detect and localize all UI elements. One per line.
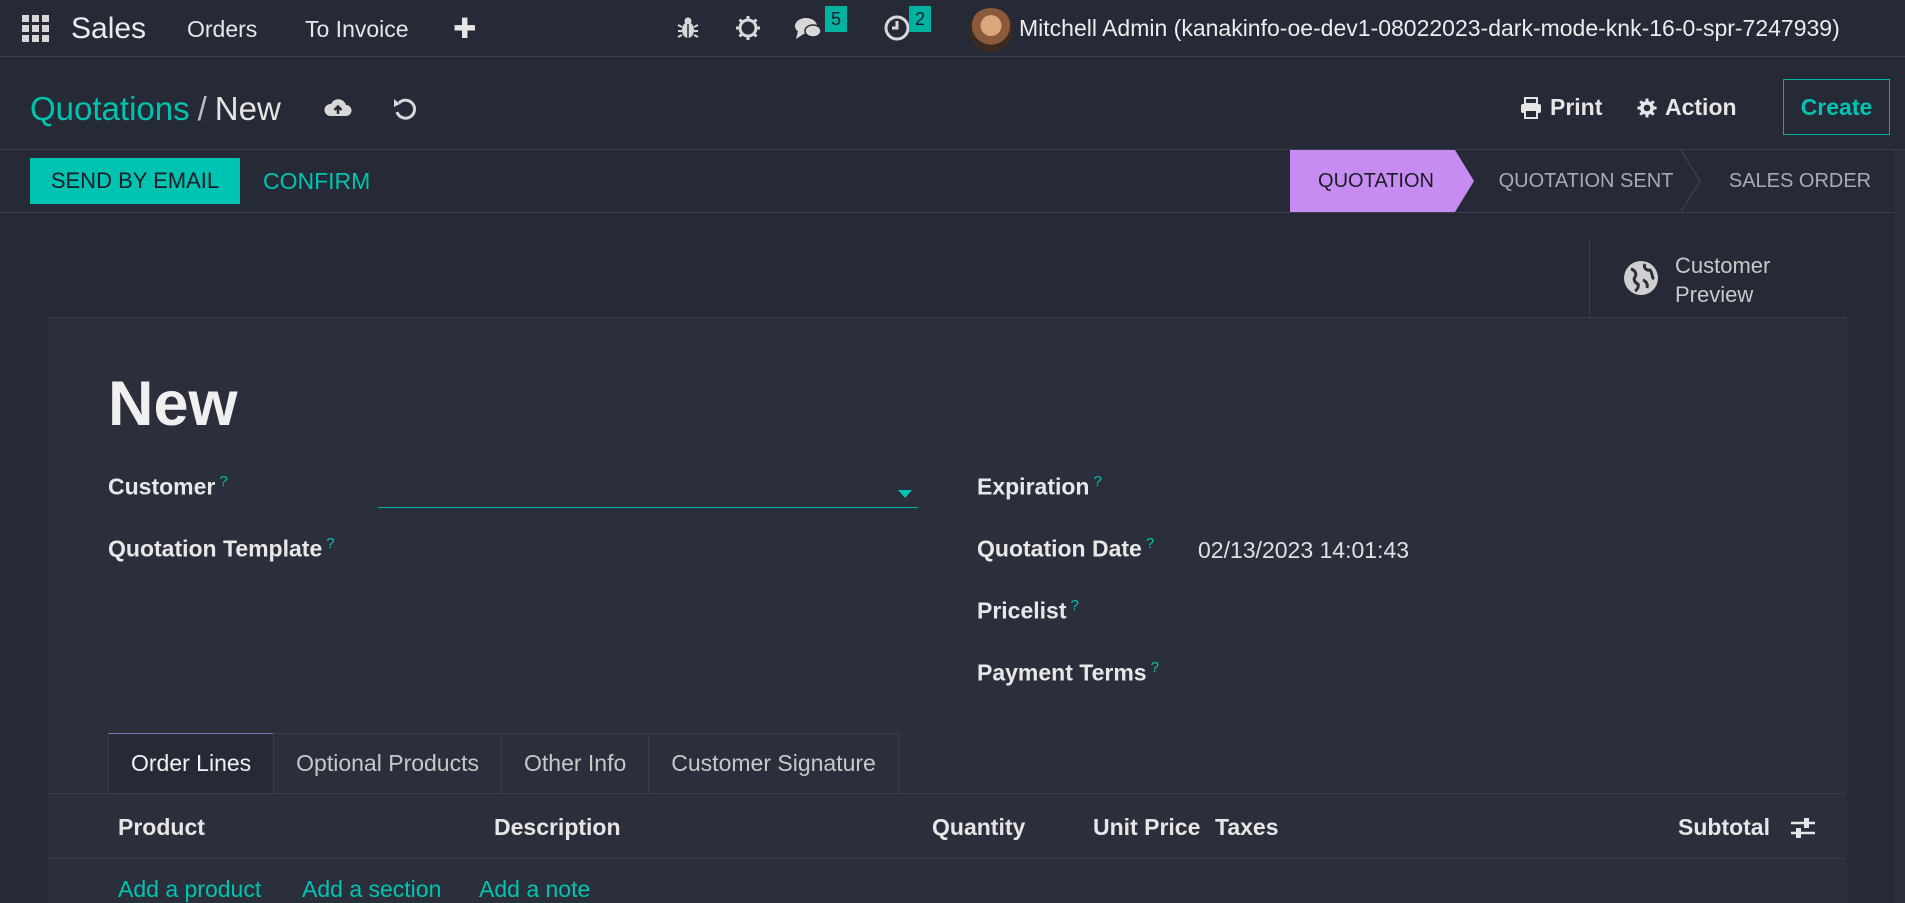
- print-label: Print: [1550, 94, 1603, 120]
- create-button[interactable]: Create: [1783, 79, 1890, 135]
- send-by-email-button[interactable]: SEND BY EMAIL: [30, 158, 240, 204]
- customer-label: Customer?: [108, 473, 228, 500]
- customer-preview-button[interactable]: Customer Preview: [1589, 237, 1846, 317]
- notebook-tabs: Order Lines Optional Products Other Info…: [108, 733, 899, 793]
- column-description[interactable]: Description: [494, 814, 621, 841]
- help-tooltip-icon[interactable]: ?: [326, 535, 334, 552]
- breadcrumb-quotations[interactable]: Quotations: [30, 90, 190, 127]
- discard-undo-icon[interactable]: [390, 94, 420, 124]
- stage-sales-order[interactable]: SALES ORDER: [1710, 150, 1890, 212]
- app-brand[interactable]: Sales: [71, 12, 146, 46]
- action-button[interactable]: Action: [1636, 94, 1737, 121]
- add-product-link[interactable]: Add a product: [118, 876, 261, 903]
- payment-terms-label: Payment Terms?: [977, 659, 1159, 686]
- pricelist-label: Pricelist?: [977, 597, 1079, 624]
- messages-icon[interactable]: [793, 13, 823, 43]
- breadcrumb: Quotations / New: [30, 90, 281, 128]
- quotation-date-label: Quotation Date?: [977, 535, 1155, 562]
- globe-icon: [1624, 261, 1658, 295]
- optional-columns-icon[interactable]: [1790, 816, 1816, 840]
- order-lines-header: Product Description Quantity Unit Price …: [49, 793, 1846, 859]
- tab-customer-signature[interactable]: Customer Signature: [648, 733, 899, 793]
- apps-grid-icon[interactable]: [22, 15, 49, 42]
- user-menu[interactable]: Mitchell Admin (kanakinfo-oe-dev1-080220…: [1019, 15, 1840, 42]
- top-navbar: Sales Orders To Invoice ✚ 5 2 Mitchell A…: [0, 0, 1905, 57]
- quotation-date-field[interactable]: 02/13/2023 14:01:43: [1198, 537, 1409, 564]
- activities-count-badge: 2: [909, 6, 932, 32]
- add-section-link[interactable]: Add a section: [302, 876, 441, 903]
- action-label: Action: [1665, 94, 1737, 120]
- tab-optional-products[interactable]: Optional Products: [273, 733, 502, 793]
- column-quantity[interactable]: Quantity: [932, 814, 1025, 841]
- user-avatar[interactable]: [969, 8, 1013, 52]
- stage-quotation[interactable]: QUOTATION: [1290, 150, 1462, 212]
- gear-icon: [1637, 97, 1657, 118]
- breadcrumb-current: New: [214, 90, 281, 127]
- button-box: [48, 236, 1847, 318]
- quotation-template-label: Quotation Template?: [108, 535, 335, 562]
- column-subtotal[interactable]: Subtotal: [1678, 814, 1770, 841]
- divider: [0, 212, 1905, 213]
- help-tooltip-icon[interactable]: ?: [1151, 659, 1159, 676]
- confirm-button[interactable]: CONFIRM: [263, 168, 370, 195]
- help-tooltip-icon[interactable]: ?: [1146, 535, 1154, 552]
- help-tooltip-icon[interactable]: ?: [1071, 597, 1079, 614]
- tab-order-lines[interactable]: Order Lines: [108, 733, 275, 793]
- printer-icon: [1521, 96, 1541, 119]
- settings-icon[interactable]: [733, 13, 763, 43]
- menu-orders[interactable]: Orders: [187, 16, 257, 43]
- clock-icon[interactable]: [882, 13, 912, 43]
- customer-preview-label: Customer Preview: [1675, 253, 1771, 307]
- column-product[interactable]: Product: [118, 814, 205, 841]
- bug-icon[interactable]: [673, 13, 703, 43]
- column-unit-price[interactable]: Unit Price: [1093, 814, 1200, 841]
- tab-other-info[interactable]: Other Info: [501, 733, 650, 793]
- messages-count-badge: 5: [825, 6, 848, 32]
- menu-to-invoice[interactable]: To Invoice: [305, 16, 409, 43]
- print-button[interactable]: Print: [1519, 94, 1602, 121]
- record-title: New: [108, 369, 238, 439]
- plus-icon[interactable]: ✚: [453, 12, 476, 45]
- breadcrumb-separator: /: [197, 90, 207, 127]
- chevron-down-icon[interactable]: [898, 490, 912, 498]
- column-taxes[interactable]: Taxes: [1215, 814, 1279, 841]
- expiration-label: Expiration?: [977, 473, 1102, 500]
- add-note-link[interactable]: Add a note: [479, 876, 590, 903]
- help-tooltip-icon[interactable]: ?: [219, 473, 227, 490]
- customer-field[interactable]: [378, 478, 918, 508]
- save-cloud-icon[interactable]: [323, 94, 353, 124]
- scrollbar[interactable]: [1894, 150, 1905, 903]
- stage-quotation-sent[interactable]: QUOTATION SENT: [1496, 150, 1676, 212]
- help-tooltip-icon[interactable]: ?: [1093, 473, 1101, 490]
